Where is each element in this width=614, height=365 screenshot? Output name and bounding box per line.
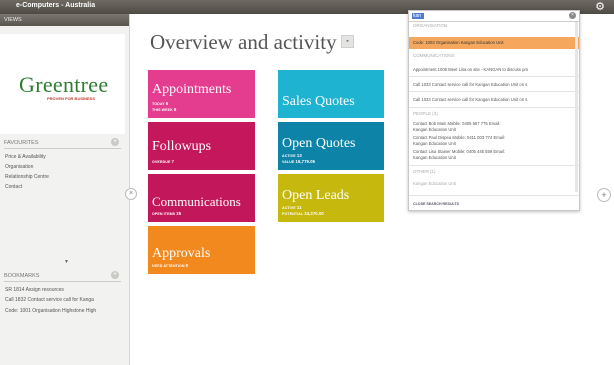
search-result-item[interactable]: Appointment 1006 Meet Lisa on site - KAN… [413, 67, 528, 72]
favourites-header: FAVOURITES + [4, 138, 121, 149]
search-result-item[interactable]: Contact Bob Main Mobile: 0405 567 775 Em… [413, 121, 501, 126]
bookmarks-header: BOOKMARKS + [4, 271, 121, 282]
scroll-down-icon[interactable]: ▼ [64, 259, 69, 265]
tile-meta: NEED ATTENTION 0 [152, 263, 189, 268]
tile-title: Approvals [152, 246, 211, 261]
tile-meta: OPEN ITEMS 35 [152, 211, 182, 216]
tile-meta: OVERDUE 7 [152, 159, 175, 164]
tile-approvals[interactable]: Approvals NEED ATTENTION 0 [148, 226, 255, 274]
tile-sales-quotes[interactable]: Sales Quotes [278, 70, 384, 118]
search-result-item[interactable]: Kangan Education Unit [413, 155, 456, 160]
favourite-link[interactable]: Contact [5, 184, 22, 190]
result-section-header: COMMUNICATIONS [413, 53, 455, 58]
tile-open-leads[interactable]: Open Leads ACTIVE 11 POTENTIAL 24,370.00 [278, 174, 384, 222]
bookmarks-title: BOOKMARKS [4, 273, 40, 279]
gear-icon[interactable]: ⚙ [594, 1, 606, 13]
search-result-item[interactable]: Kangan Education Unit [413, 127, 456, 132]
search-result-item[interactable]: Kangan Education Unit [413, 181, 456, 186]
tile-communications[interactable]: Communications OPEN ITEMS 35 [148, 174, 255, 222]
tile-meta: TODAY 6 [152, 101, 169, 106]
tile-meta: POTENTIAL 24,370.00 [282, 211, 324, 216]
search-query-text: kan [413, 13, 422, 19]
result-section-header: OTHER (1) [413, 169, 436, 174]
divider [409, 91, 579, 92]
clear-search-icon[interactable]: × [569, 12, 576, 19]
search-input[interactable]: kan × [409, 11, 579, 22]
search-result-item[interactable]: Call 1033 Contact service call for Kanga… [413, 97, 527, 102]
options-button[interactable]: ▪ [341, 35, 354, 48]
result-section-header: PEOPLE (3) [413, 111, 438, 116]
search-result-item[interactable]: Kangan Education Unit [413, 141, 456, 146]
tile-title: Open Quotes [282, 136, 356, 151]
close-search-results-link[interactable]: CLOSE SEARCH RESULTS [413, 202, 459, 206]
bookmark-link[interactable]: Code: 1001 Organisation Highstone High [5, 308, 96, 314]
tile-appointments[interactable]: Appointments TODAY 6 THIS WEEK 8 [148, 70, 255, 118]
divider [409, 76, 579, 77]
scrollbar[interactable] [575, 22, 578, 192]
tile-title: Followups [152, 139, 212, 154]
tile-title: Appointments [152, 82, 232, 97]
tile-title: Open Leads [282, 188, 350, 203]
tile-followups[interactable]: Followups OVERDUE 7 [148, 122, 255, 170]
search-result-item[interactable]: Call 1033 Contact service call for Kanga… [413, 82, 527, 87]
bookmark-link[interactable]: SR 1814 Assign resources [5, 287, 64, 293]
logo-tagline: PROVEN FOR BUSINESS [47, 96, 96, 101]
favourites-title: FAVOURITES [4, 140, 39, 146]
expand-panel-button[interactable]: + [597, 188, 611, 202]
tile-title: Sales Quotes [282, 94, 355, 109]
views-header: VIEWS [0, 14, 129, 26]
greentree-logo: Greentree [19, 72, 109, 97]
search-result-item[interactable]: Contact Lisa Stainer Mobile: 0405 445 55… [413, 149, 505, 154]
search-result-item[interactable]: Contact Paul Dispea Mobile: 0411 003 774… [413, 135, 505, 140]
tile-meta: THIS WEEK 8 [152, 107, 177, 112]
tile-open-quotes[interactable]: Open Quotes ACTIVE 13 VALUE 16,779.05 [278, 122, 384, 170]
app-title: e-Computers - Australia [16, 2, 96, 9]
search-result-item[interactable]: Code: 1003 Organisation Kangan Education… [413, 40, 504, 45]
tile-meta: ACTIVE 13 [282, 153, 302, 158]
divider [409, 195, 579, 196]
tile-meta: VALUE 16,779.05 [282, 159, 316, 164]
collapse-panel-button[interactable]: × [125, 188, 137, 200]
divider [409, 107, 579, 108]
favourite-link[interactable]: Price & Availability [5, 154, 46, 160]
tile-title: Communications [152, 194, 241, 209]
page-title: Overview and activity [150, 30, 337, 54]
left-panel: VIEWS Greentree PROVEN FOR BUSINESS FAVO… [0, 14, 130, 365]
bookmark-link[interactable]: Call 1832 Contact service call for Kanga [5, 297, 94, 303]
divider [409, 165, 579, 166]
search-results-dropdown: kan × ORGANISATION Code: 1003 Organisati… [408, 10, 580, 211]
tile-meta: ACTIVE 11 [282, 205, 302, 210]
result-section-header: ORGANISATION [413, 23, 448, 28]
favourite-link[interactable]: Relationship Centre [5, 174, 49, 180]
logo-area: Greentree PROVEN FOR BUSINESS [0, 34, 125, 134]
add-favourite-icon[interactable]: + [111, 138, 119, 146]
add-bookmark-icon[interactable]: + [111, 271, 119, 279]
favourite-link[interactable]: Organisation [5, 164, 33, 170]
